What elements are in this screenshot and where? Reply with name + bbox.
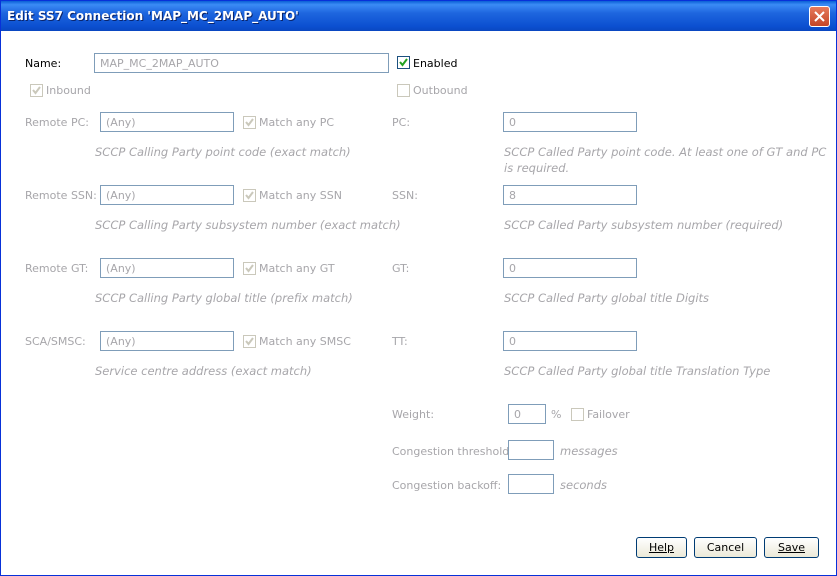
remote-ssn-description: SCCP Calling Party subsystem number (exa… xyxy=(95,218,401,232)
match-any-ssn-label: Match any SSN xyxy=(259,189,342,202)
name-label: Name: xyxy=(25,57,62,70)
gt-label: GT: xyxy=(392,262,410,275)
pc-label: PC: xyxy=(392,116,411,129)
sca-smsc-description: Service centre address (exact match) xyxy=(95,364,312,378)
check-icon xyxy=(245,264,254,273)
dialog-content: Name: MAP_MC_2MAP_AUTO Enabled Inbound O… xyxy=(1,31,836,575)
check-icon xyxy=(32,86,41,95)
enabled-checkbox[interactable] xyxy=(397,56,410,69)
ssn-label: SSN: xyxy=(392,189,418,202)
save-button-label: Save xyxy=(777,541,805,554)
cancel-button[interactable]: Cancel xyxy=(694,537,757,558)
tt-field[interactable]: 0 xyxy=(503,331,637,351)
check-icon xyxy=(245,337,254,346)
remote-pc-description: SCCP Calling Party point code (exact mat… xyxy=(95,145,351,159)
inbound-checkbox[interactable] xyxy=(30,84,43,97)
check-icon xyxy=(245,118,254,127)
pc-description-line2: is required. xyxy=(504,161,570,175)
check-icon xyxy=(245,191,254,200)
name-field[interactable]: MAP_MC_2MAP_AUTO xyxy=(94,53,389,73)
failover-label: Failover xyxy=(587,408,630,421)
match-any-smsc-checkbox[interactable] xyxy=(243,335,256,348)
pc-field[interactable]: 0 xyxy=(503,112,637,132)
remote-pc-field[interactable]: (Any) xyxy=(100,112,234,132)
congestion-threshold-unit: messages xyxy=(560,444,618,458)
failover-checkbox[interactable] xyxy=(571,408,584,421)
inbound-label: Inbound xyxy=(46,84,91,97)
match-any-ssn-checkbox[interactable] xyxy=(243,189,256,202)
title-bar[interactable]: Edit SS7 Connection 'MAP_MC_2MAP_AUTO' xyxy=(1,1,836,31)
congestion-backoff-field[interactable] xyxy=(508,474,554,494)
help-button[interactable]: Help xyxy=(636,537,687,558)
close-icon xyxy=(814,11,825,22)
save-button[interactable]: Save xyxy=(764,537,819,558)
tt-label: TT: xyxy=(392,335,408,348)
cancel-button-label: Cancel xyxy=(706,541,745,554)
outbound-checkbox[interactable] xyxy=(397,84,410,97)
tt-description: SCCP Called Party global title Translati… xyxy=(504,364,771,378)
congestion-backoff-unit: seconds xyxy=(560,478,608,492)
ssn-description: SCCP Called Party subsystem number (requ… xyxy=(504,218,784,232)
match-any-gt-checkbox[interactable] xyxy=(243,262,256,275)
match-any-smsc-label: Match any SMSC xyxy=(259,335,351,348)
match-any-pc-checkbox[interactable] xyxy=(243,116,256,129)
weight-label: Weight: xyxy=(392,408,435,421)
remote-ssn-field[interactable]: (Any) xyxy=(100,185,234,205)
outbound-label: Outbound xyxy=(413,84,468,97)
window-title: Edit SS7 Connection 'MAP_MC_2MAP_AUTO' xyxy=(7,9,299,23)
dialog-window: Edit SS7 Connection 'MAP_MC_2MAP_AUTO' N… xyxy=(0,0,837,576)
remote-gt-field[interactable]: (Any) xyxy=(100,258,234,278)
pc-description-line1: SCCP Called Party point code. At least o… xyxy=(504,145,827,159)
congestion-threshold-label: Congestion threshold: xyxy=(392,445,513,458)
sca-smsc-label: SCA/SMSC: xyxy=(25,335,86,348)
weight-percent: % xyxy=(551,408,562,421)
close-button[interactable] xyxy=(809,6,830,27)
ssn-field[interactable]: 8 xyxy=(503,185,637,205)
congestion-backoff-label: Congestion backoff: xyxy=(392,479,502,492)
sca-smsc-field[interactable]: (Any) xyxy=(100,331,234,351)
congestion-threshold-field[interactable] xyxy=(508,440,554,460)
check-icon xyxy=(399,58,408,67)
remote-gt-description: SCCP Calling Party global title (prefix … xyxy=(95,291,353,305)
remote-pc-label: Remote PC: xyxy=(25,116,89,129)
match-any-gt-label: Match any GT xyxy=(259,262,335,275)
help-button-label: Help xyxy=(648,541,675,554)
gt-description: SCCP Called Party global title Digits xyxy=(504,291,710,305)
gt-field[interactable]: 0 xyxy=(503,258,637,278)
match-any-pc-label: Match any PC xyxy=(259,116,335,129)
remote-ssn-label: Remote SSN: xyxy=(25,189,97,202)
weight-field[interactable]: 0 xyxy=(508,404,546,424)
enabled-label: Enabled xyxy=(413,57,458,70)
remote-gt-label: Remote GT: xyxy=(25,262,89,275)
